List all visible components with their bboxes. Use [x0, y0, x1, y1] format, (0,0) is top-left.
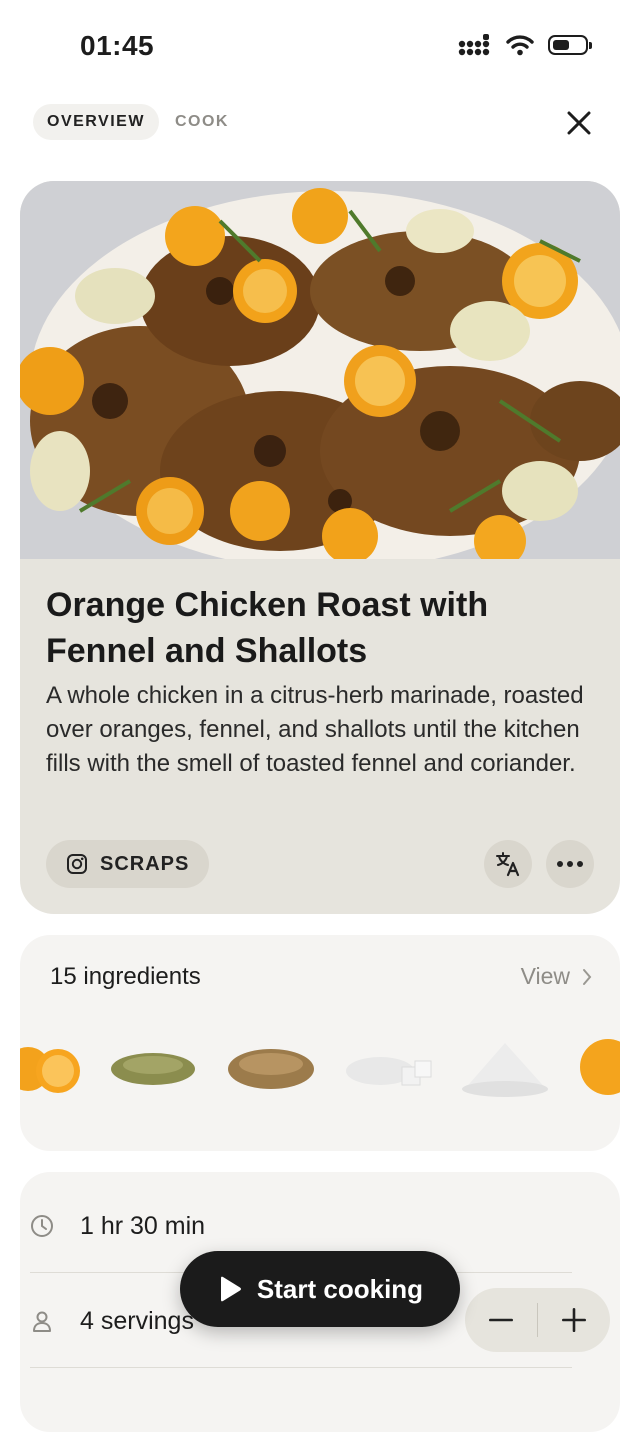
- status-time: 01:45: [80, 30, 155, 61]
- increase-servings-button[interactable]: [538, 1288, 610, 1352]
- ingredients-count: 15 ingredients: [50, 963, 201, 990]
- ingredient-thumb-orange-2: [580, 1039, 620, 1095]
- cellular-signal-icon: [458, 34, 490, 56]
- person-icon: [33, 1311, 51, 1332]
- status-icons: [458, 34, 592, 56]
- view-label: View: [520, 963, 570, 989]
- instagram-icon: [67, 854, 87, 874]
- tab-cook[interactable]: COOK: [161, 104, 243, 140]
- clock-icon: [31, 1215, 53, 1237]
- translate-button[interactable]: [484, 840, 532, 888]
- servings-label: 4 servings: [80, 1306, 194, 1335]
- start-cooking-label: Start cooking: [256, 1273, 424, 1304]
- source-button[interactable]: SCRAPS: [46, 840, 210, 888]
- servings-stepper: [465, 1288, 610, 1352]
- ingredient-thumb-orange: [20, 1047, 80, 1093]
- tab-overview[interactable]: OVERVIEW: [33, 104, 159, 140]
- status-bar: 01:45: [0, 0, 640, 96]
- ingredients-card[interactable]: 15 ingredients View: [20, 935, 620, 1151]
- wifi-icon: [506, 35, 534, 56]
- close-button[interactable]: [562, 106, 596, 140]
- header-tabs: OVERVIEW COOK: [33, 104, 243, 140]
- divider: [30, 1367, 572, 1368]
- recipe-photo: [20, 181, 620, 559]
- ingredient-thumbnails[interactable]: [20, 1031, 620, 1111]
- recipe-description: A whole chicken in a citrus-herb marinad…: [46, 682, 584, 777]
- close-icon: [567, 111, 591, 135]
- minus-icon: [489, 1318, 513, 1322]
- recipe-title: Orange Chicken Roast with Fennel and Sha…: [46, 586, 489, 670]
- more-icon: [557, 861, 583, 867]
- battery-icon: [548, 35, 592, 55]
- ingredient-thumb-coriander-seeds: [228, 1049, 314, 1089]
- recipe-card: Orange Chicken Roast with Fennel and Sha…: [20, 181, 620, 914]
- play-icon: [220, 1276, 241, 1302]
- translate-icon: [496, 852, 520, 877]
- time-label: 1 hr 30 min: [80, 1211, 206, 1240]
- chevron-right-icon: [583, 968, 592, 985]
- source-label: SCRAPS: [100, 852, 190, 875]
- view-ingredients-link[interactable]: View: [521, 963, 592, 990]
- ingredient-thumb-fennel-seeds: [111, 1053, 195, 1085]
- plus-icon: [562, 1308, 586, 1332]
- ingredient-thumb-sugar-cubes: [346, 1057, 432, 1086]
- decrease-servings-button[interactable]: [465, 1288, 537, 1352]
- more-options-button[interactable]: [546, 840, 594, 888]
- start-cooking-button[interactable]: Start cooking: [180, 1251, 460, 1327]
- ingredient-thumb-salt: [462, 1043, 548, 1097]
